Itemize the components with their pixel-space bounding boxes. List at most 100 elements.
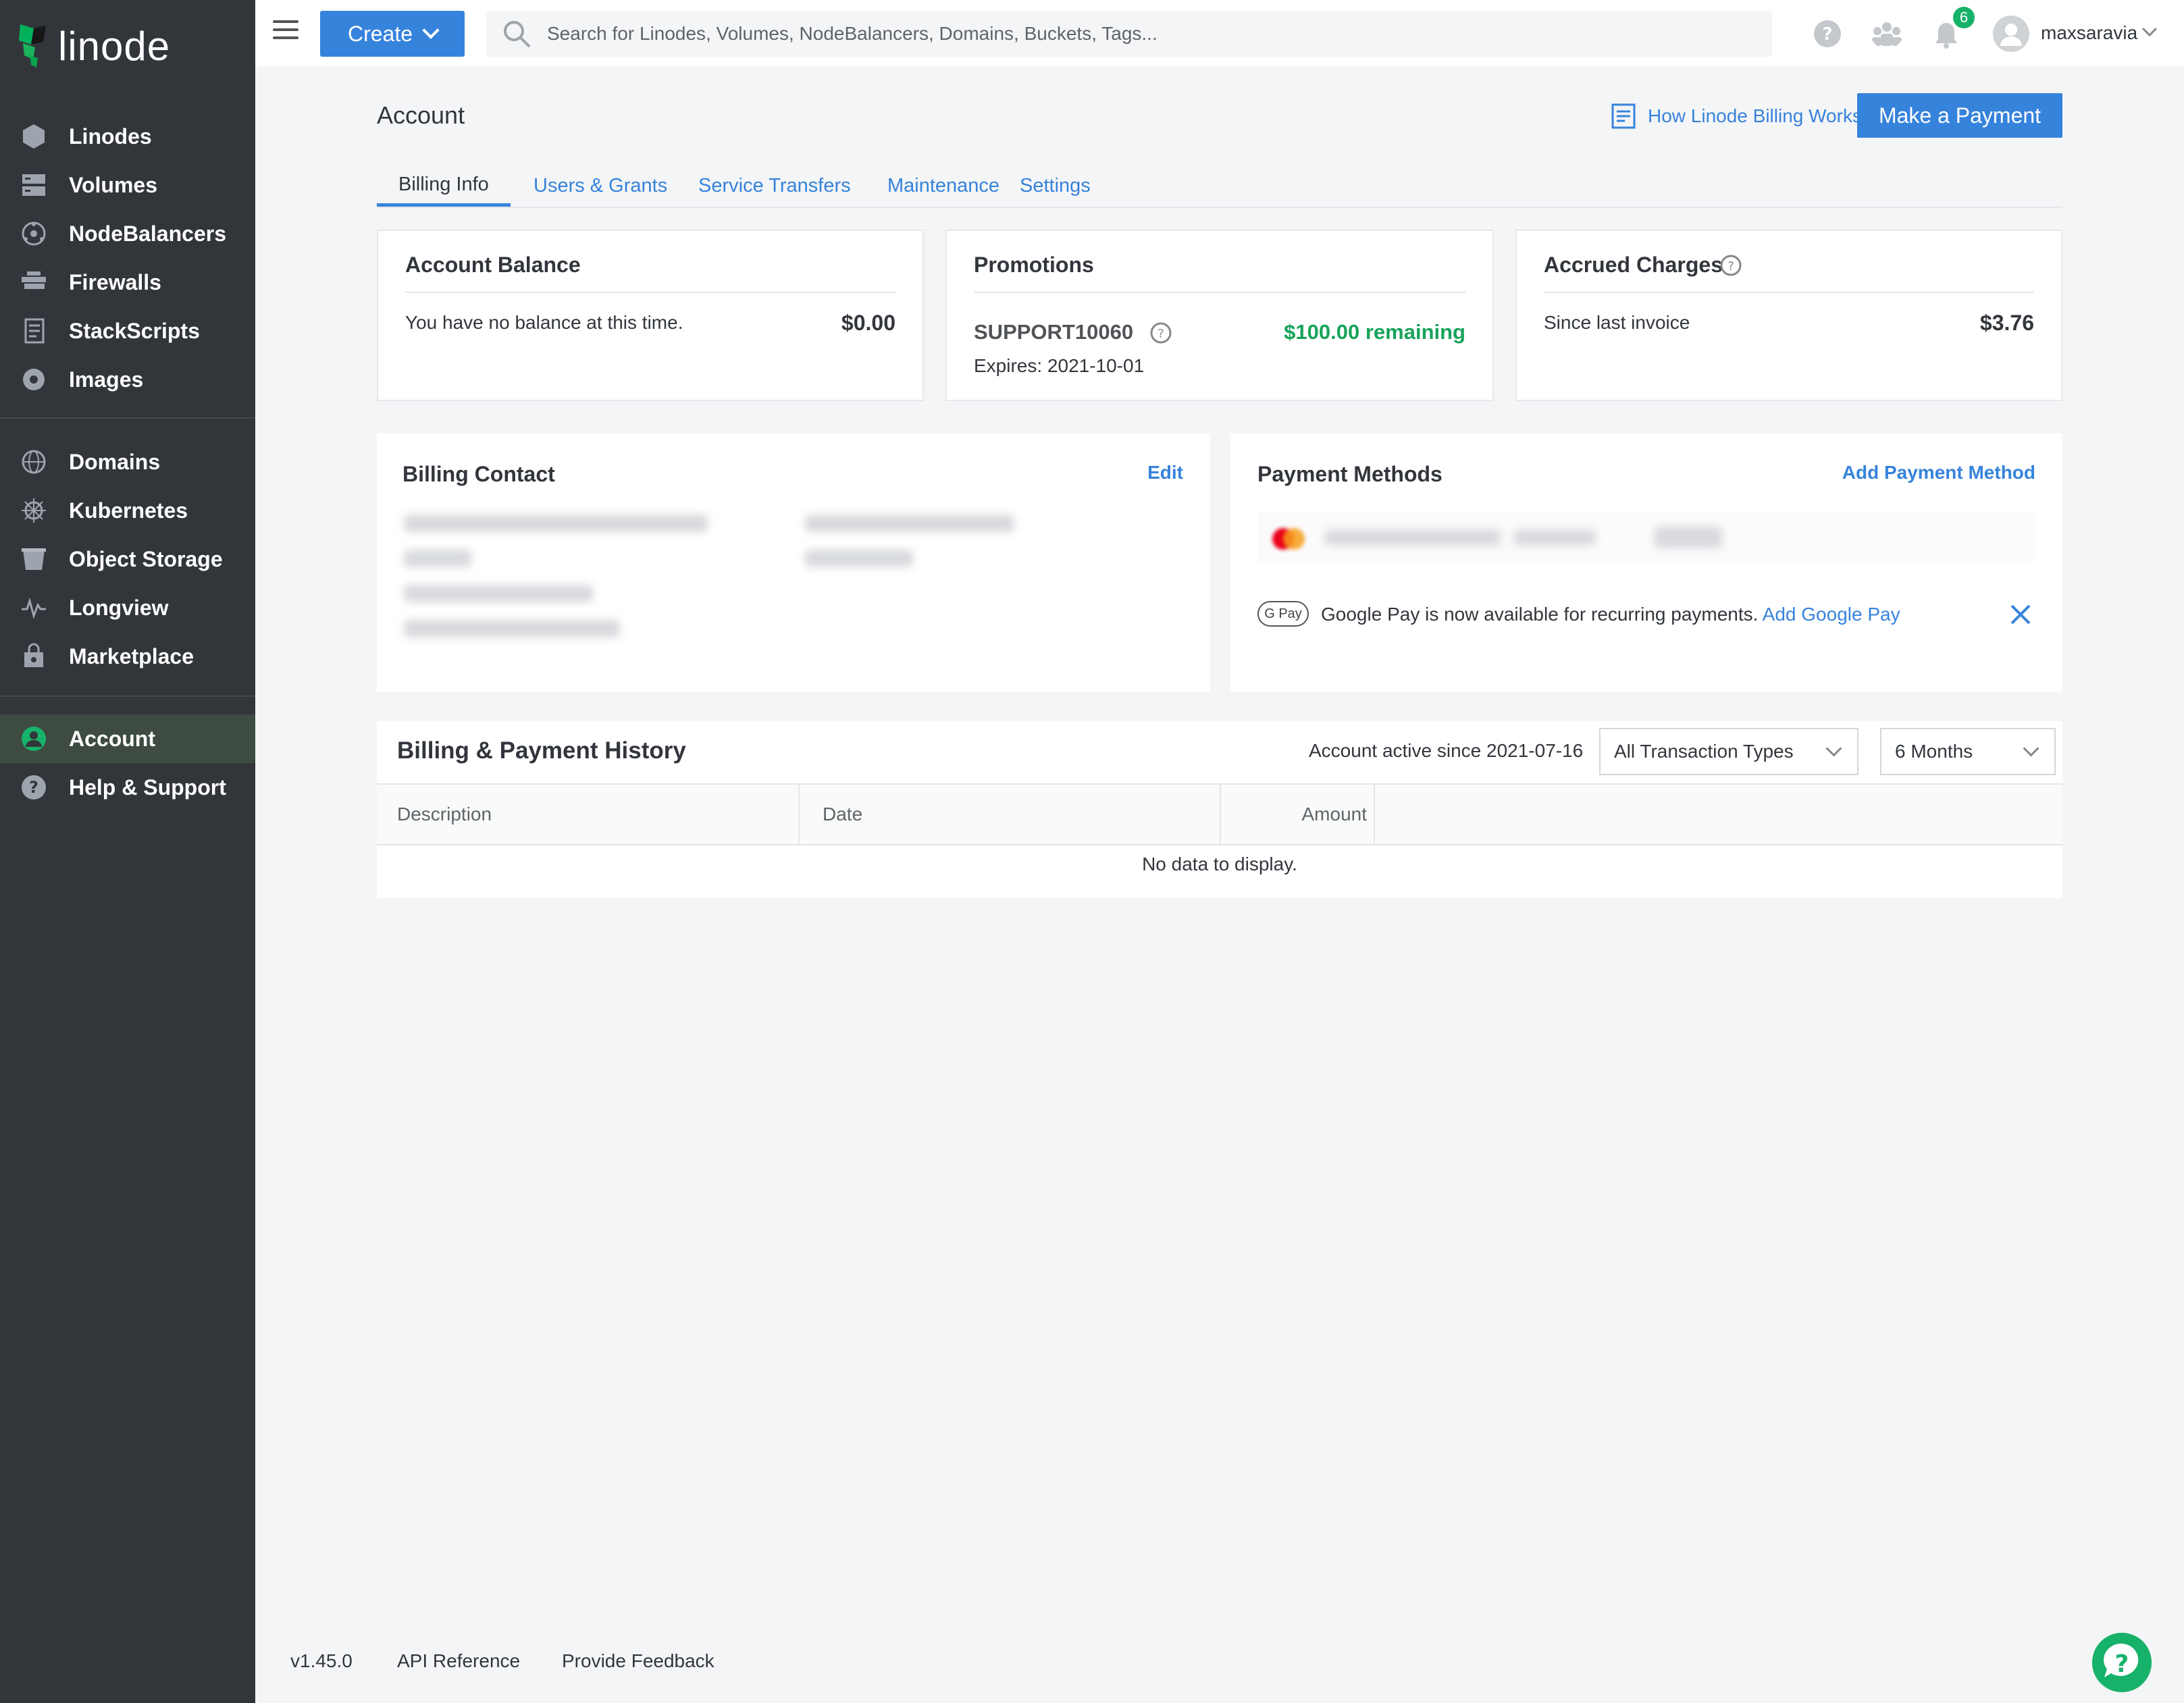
balance-amount: $0.00 <box>841 311 895 335</box>
column-header[interactable]: Description <box>397 785 492 844</box>
redacted-contact-line <box>404 515 708 532</box>
nav-label: Account <box>69 726 155 751</box>
period-select[interactable]: 6 Months <box>1880 728 2056 775</box>
nav-item-images[interactable]: Images <box>0 355 255 404</box>
nav-item-firewalls[interactable]: Firewalls <box>0 258 255 307</box>
help-circle-icon[interactable]: ? <box>1719 254 1742 277</box>
nav-item-longview[interactable]: Longview <box>0 583 255 632</box>
make-payment-button[interactable]: Make a Payment <box>1857 93 2062 138</box>
nav-secondary: Domains Kubernetes Object Storage Longvi… <box>0 438 255 681</box>
card-divider <box>405 292 895 293</box>
menu-toggle-icon[interactable] <box>273 20 298 42</box>
nav-item-linodes[interactable]: Linodes <box>0 112 255 161</box>
nav-item-marketplace[interactable]: Marketplace <box>0 632 255 681</box>
footer: v1.45.0 API Reference Provide Feedback <box>255 1622 2184 1703</box>
nodebalancers-icon <box>19 219 49 248</box>
provide-feedback-link[interactable]: Provide Feedback <box>562 1650 714 1672</box>
tab-service-transfers[interactable]: Service Transfers <box>677 166 873 205</box>
stackscripts-icon <box>19 316 49 346</box>
avatar[interactable] <box>1992 15 2030 53</box>
nav-item-account[interactable]: Account <box>0 714 255 763</box>
tab-billing-info[interactable]: Billing Info <box>377 166 511 207</box>
api-reference-link[interactable]: API Reference <box>397 1650 520 1672</box>
tab-users-grants[interactable]: Users & Grants <box>512 166 689 205</box>
accrued-amount: $3.76 <box>1979 311 2034 335</box>
images-icon <box>19 365 49 394</box>
redacted-contact-line <box>404 585 593 602</box>
longview-icon <box>19 593 49 623</box>
column-header[interactable]: Amount <box>1302 785 1368 844</box>
linode-logo[interactable]: linode <box>16 19 170 73</box>
chevron-down-icon <box>2023 740 2039 757</box>
account-icon <box>19 724 49 754</box>
search-input[interactable]: Search for Linodes, Volumes, NodeBalance… <box>486 11 1772 57</box>
notifications-badge: 6 <box>1953 7 1975 28</box>
page-title: Account <box>377 101 465 129</box>
column-divider <box>798 785 800 844</box>
promo-expires: Expires: 2021-10-01 <box>974 355 1145 376</box>
card-title: Payment Methods <box>1257 462 1442 486</box>
tab-settings[interactable]: Settings <box>998 166 1112 205</box>
nav-label: Domains <box>69 449 161 474</box>
card-title: Account Balance <box>405 253 581 277</box>
nav-item-object-storage[interactable]: Object Storage <box>0 535 255 583</box>
nav-label: StackScripts <box>69 318 200 343</box>
create-button[interactable]: Create <box>320 11 465 57</box>
column-divider <box>1220 785 1221 844</box>
search-icon <box>504 21 531 48</box>
nav-item-nodebalancers[interactable]: NodeBalancers <box>0 209 255 258</box>
marketplace-icon <box>19 641 49 671</box>
card-title: Promotions <box>974 253 1094 277</box>
nav-label: Marketplace <box>69 644 194 669</box>
transaction-type-select[interactable]: All Transaction Types <box>1599 728 1858 775</box>
promo-code: SUPPORT10060 <box>974 320 1134 344</box>
help-icon: ? <box>19 772 49 802</box>
username[interactable]: maxsaravia <box>2041 22 2137 44</box>
sidebar: linode Linodes Volumes NodeBalancers Fir… <box>0 0 255 1703</box>
card-title: Accrued Charges <box>1544 253 1723 277</box>
svg-text:?: ? <box>2115 1650 2129 1678</box>
add-google-pay-link[interactable]: Add Google Pay <box>1763 604 1900 625</box>
nav-item-domains[interactable]: Domains <box>0 438 255 486</box>
nav-tertiary: Account ? Help & Support <box>0 714 255 812</box>
payment-methods-card: Payment Methods Add Payment Method G Pay… <box>1230 434 2062 691</box>
billing-docs-link[interactable]: How Linode Billing Works <box>1610 103 1862 130</box>
chat-help-icon[interactable]: ? <box>2092 1633 2152 1692</box>
redacted-card-info <box>1655 527 1722 548</box>
chevron-down-icon[interactable] <box>2141 26 2158 38</box>
chevron-down-icon <box>422 22 440 39</box>
topbar: Create Search for Linodes, Volumes, Node… <box>255 0 2184 66</box>
main-content: Account How Linode Billing Works Make a … <box>255 66 2184 1703</box>
firewalls-icon <box>19 267 49 297</box>
svg-text:?: ? <box>1727 259 1734 273</box>
accrued-label: Since last invoice <box>1544 312 1690 333</box>
gpay-message: Google Pay is now available for recurrin… <box>1321 604 1900 625</box>
nav-label: Firewalls <box>69 269 161 294</box>
community-icon[interactable] <box>1871 19 1903 49</box>
kubernetes-icon <box>19 496 49 525</box>
close-icon[interactable] <box>2008 602 2033 627</box>
add-payment-method-button[interactable]: Add Payment Method <box>1842 462 2035 483</box>
accrued-charges-card: Accrued Charges ? Since last invoice $3.… <box>1515 230 2062 401</box>
edit-contact-button[interactable]: Edit <box>1147 462 1183 483</box>
saved-card-row[interactable] <box>1257 512 2035 562</box>
domains-icon <box>19 447 49 477</box>
billing-history-panel: Billing & Payment History Account active… <box>377 721 2062 898</box>
nav-label: Volumes <box>69 172 157 197</box>
redacted-card-info <box>1514 529 1595 546</box>
promo-remaining: $100.00 remaining <box>1284 320 1465 344</box>
nav-item-volumes[interactable]: Volumes <box>0 161 255 209</box>
column-header[interactable]: Date <box>823 785 862 844</box>
nav-label: Linodes <box>69 124 152 149</box>
help-circle-icon[interactable]: ? <box>1813 19 1842 49</box>
nav-item-help-support[interactable]: ? Help & Support <box>0 763 255 812</box>
help-circle-icon[interactable]: ? <box>1149 321 1172 344</box>
linode-logo-icon <box>19 24 46 68</box>
promotions-card: Promotions SUPPORT10060 ? $100.00 remain… <box>945 230 1494 401</box>
balance-message: You have no balance at this time. <box>405 312 683 333</box>
nav-item-kubernetes[interactable]: Kubernetes <box>0 486 255 535</box>
billing-contact-card: Billing Contact Edit <box>377 434 1210 691</box>
nav-item-stackscripts[interactable]: StackScripts <box>0 307 255 355</box>
nav-label: Kubernetes <box>69 498 188 523</box>
sidebar-divider <box>0 417 255 419</box>
